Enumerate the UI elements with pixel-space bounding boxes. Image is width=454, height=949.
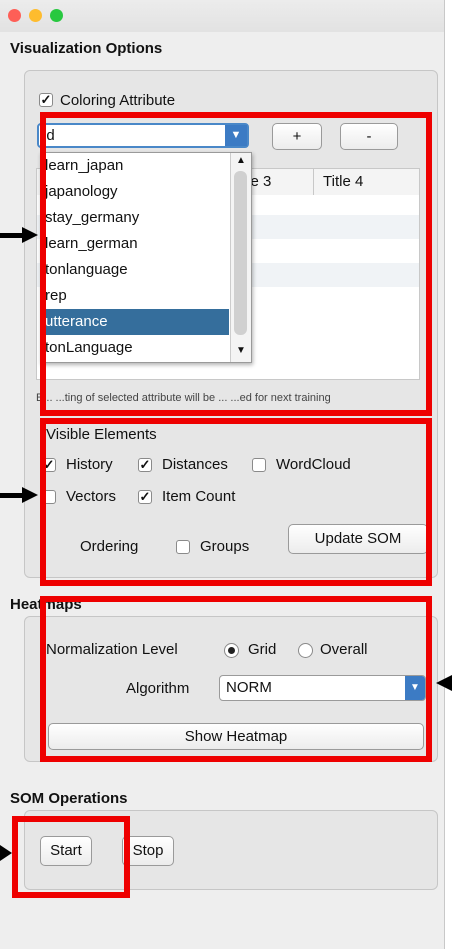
dropdown-scrollbar[interactable]: ▲ ▼ xyxy=(230,153,251,362)
title-bar xyxy=(0,0,444,32)
vectors-label: Vectors xyxy=(66,488,117,505)
distances-checkbox[interactable]: ✓ xyxy=(138,458,152,472)
scroll-down-icon[interactable]: ▼ xyxy=(236,345,246,356)
ordering-label: Ordering xyxy=(80,538,139,555)
training-footnote: E... ...ting of selected attribute will … xyxy=(36,392,331,404)
attribute-dropdown-list[interactable]: learn_japan japanology stay_germany lear… xyxy=(40,152,252,363)
dropdown-option[interactable]: learn_japan xyxy=(41,153,229,179)
dropdown-option[interactable]: rep xyxy=(41,283,229,309)
dropdown-option[interactable]: tonLanguage xyxy=(41,335,229,361)
algorithm-label: Algorithm xyxy=(126,680,190,697)
vectors-checkbox[interactable] xyxy=(42,490,56,504)
attribute-select-value: id xyxy=(43,127,55,144)
normalization-level-label: Normalization Level xyxy=(46,641,178,658)
dropdown-option[interactable]: japanology xyxy=(41,179,229,205)
maximize-window-button[interactable] xyxy=(50,9,63,22)
heatmaps-title: Heatmaps xyxy=(10,596,82,613)
visualization-options-title: Visualization Options xyxy=(10,40,163,57)
minimize-window-button[interactable] xyxy=(29,9,42,22)
attribute-select[interactable]: id ▼ xyxy=(37,123,249,148)
grid-radio[interactable] xyxy=(224,643,239,658)
item-count-label: Item Count xyxy=(162,488,236,505)
chevron-down-icon[interactable]: ▼ xyxy=(225,125,247,146)
chevron-down-icon[interactable]: ▼ xyxy=(405,676,425,700)
application-window: Visualization Options ✓ Coloring Attribu… xyxy=(0,0,445,949)
add-attribute-button[interactable]: + xyxy=(272,123,322,150)
coloring-attribute-checkbox[interactable]: ✓ xyxy=(39,93,53,107)
dropdown-option[interactable]: stay_germany xyxy=(41,205,229,231)
coloring-attribute-label: Coloring Attribute xyxy=(60,92,176,109)
groups-checkbox[interactable] xyxy=(176,540,190,554)
show-heatmap-button[interactable]: Show Heatmap xyxy=(48,723,424,750)
update-som-button[interactable]: Update SOM xyxy=(288,524,428,554)
groups-label: Groups xyxy=(200,538,250,555)
visible-elements-label: Visible Elements xyxy=(46,426,157,443)
dropdown-option-selected[interactable]: utterance xyxy=(41,309,229,335)
algorithm-value: NORM xyxy=(226,679,272,696)
grid-label: Grid xyxy=(248,641,277,658)
history-label: History xyxy=(66,456,113,473)
algorithm-select[interactable]: NORM ▼ xyxy=(219,675,426,701)
scroll-up-icon[interactable]: ▲ xyxy=(236,155,246,166)
wordcloud-label: WordCloud xyxy=(276,456,351,473)
dropdown-option[interactable]: tonlanguage xyxy=(41,257,229,283)
start-button[interactable]: Start xyxy=(40,836,92,866)
stop-button[interactable]: Stop xyxy=(122,836,174,866)
som-operations-title: SOM Operations xyxy=(10,790,128,807)
table-header-title-4: Title 4 xyxy=(323,173,364,190)
wordcloud-checkbox[interactable] xyxy=(252,458,266,472)
overall-radio[interactable] xyxy=(298,643,313,658)
overall-label: Overall xyxy=(320,641,368,658)
history-checkbox[interactable]: ✓ xyxy=(42,458,56,472)
item-count-checkbox[interactable]: ✓ xyxy=(138,490,152,504)
scrollbar-thumb[interactable] xyxy=(234,171,247,335)
dropdown-option[interactable]: learn_german xyxy=(41,231,229,257)
close-window-button[interactable] xyxy=(8,9,21,22)
distances-label: Distances xyxy=(162,456,228,473)
remove-attribute-button[interactable]: - xyxy=(340,123,398,150)
